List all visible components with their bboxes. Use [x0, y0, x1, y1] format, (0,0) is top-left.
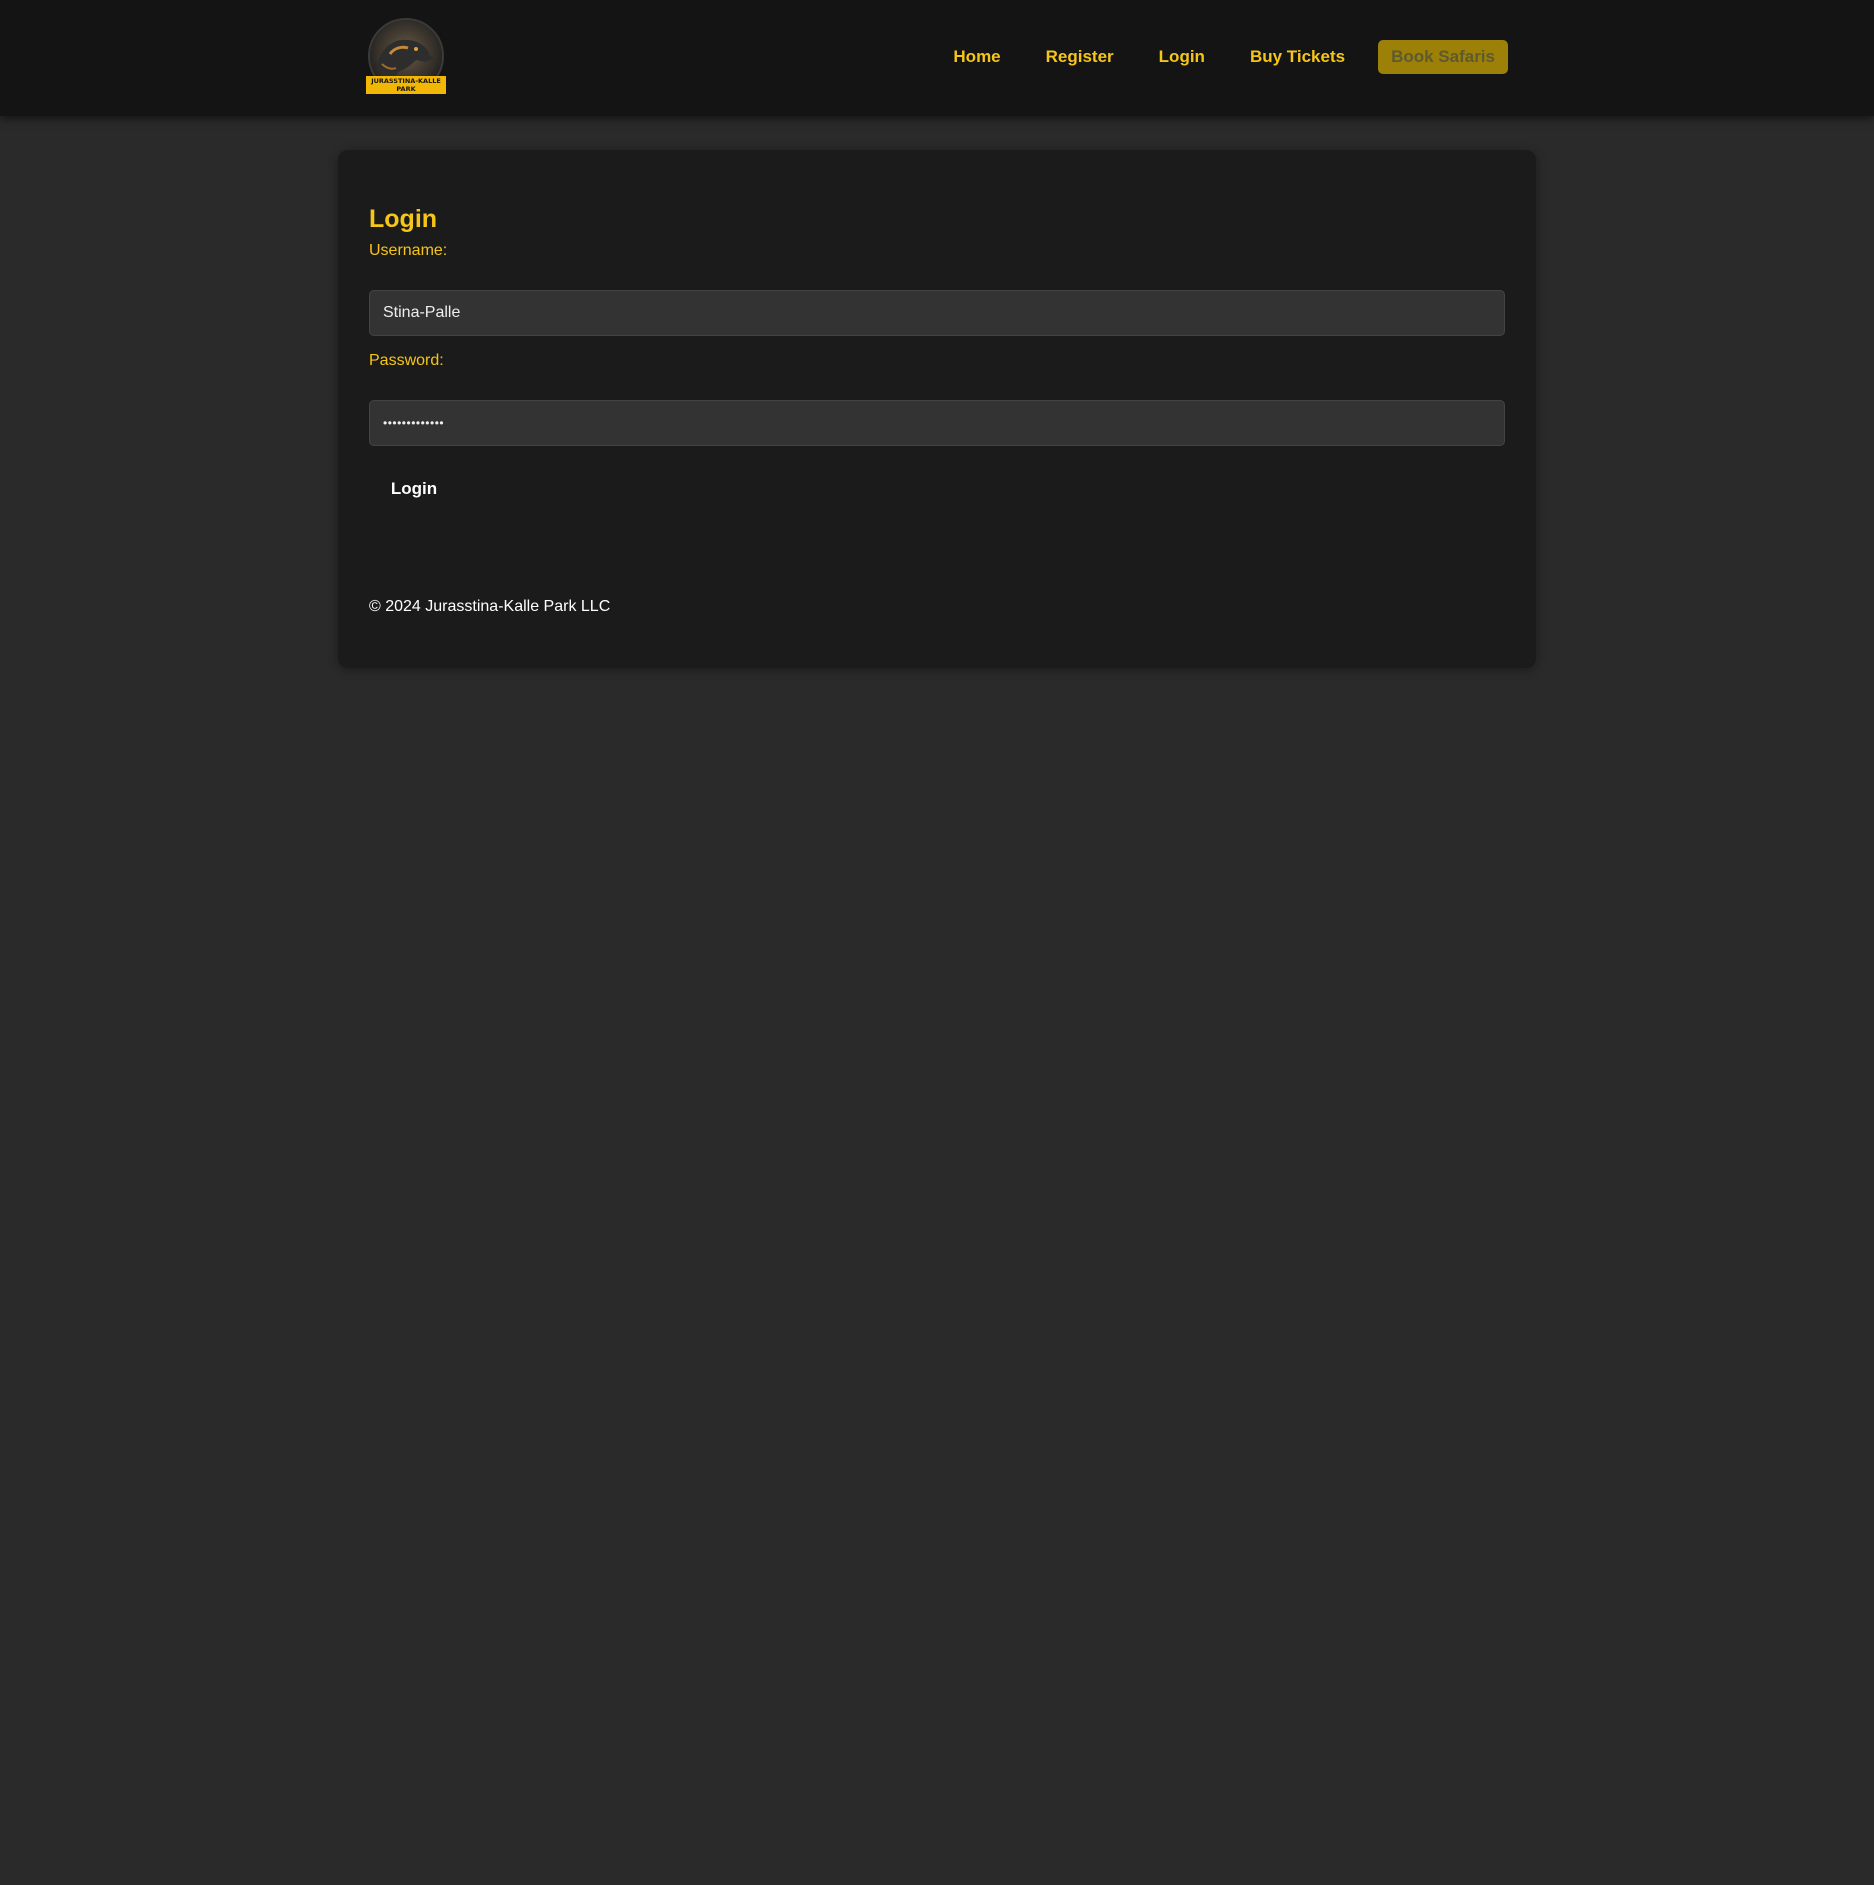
- nav-register[interactable]: Register: [1046, 47, 1114, 67]
- login-card: Login Username: Stina-Palle Password: ••…: [338, 150, 1536, 668]
- nav-login[interactable]: Login: [1159, 47, 1205, 67]
- password-label: Password:: [369, 352, 444, 369]
- nav-buy-tickets[interactable]: Buy Tickets: [1250, 47, 1345, 67]
- username-input[interactable]: Stina-Palle: [369, 290, 1505, 336]
- login-button[interactable]: Login: [369, 468, 459, 510]
- logo-label: JURASSTINA-KALLE PARK: [366, 76, 446, 94]
- top-navigation-bar: JURASSTINA-KALLE PARK Home Register Logi…: [0, 0, 1874, 116]
- copyright-text: © 2024 Jurasstina-Kalle Park LLC: [369, 598, 611, 615]
- nav-home[interactable]: Home: [953, 47, 1000, 67]
- password-input[interactable]: •••••••••••••: [369, 400, 1505, 446]
- page-title: Login: [369, 205, 438, 233]
- main-nav: Home Register Login Buy Tickets Book Saf…: [908, 39, 1508, 75]
- book-safaris-button[interactable]: Book Safaris: [1378, 40, 1508, 74]
- username-label: Username:: [369, 242, 448, 259]
- park-logo[interactable]: JURASSTINA-KALLE PARK: [364, 18, 448, 98]
